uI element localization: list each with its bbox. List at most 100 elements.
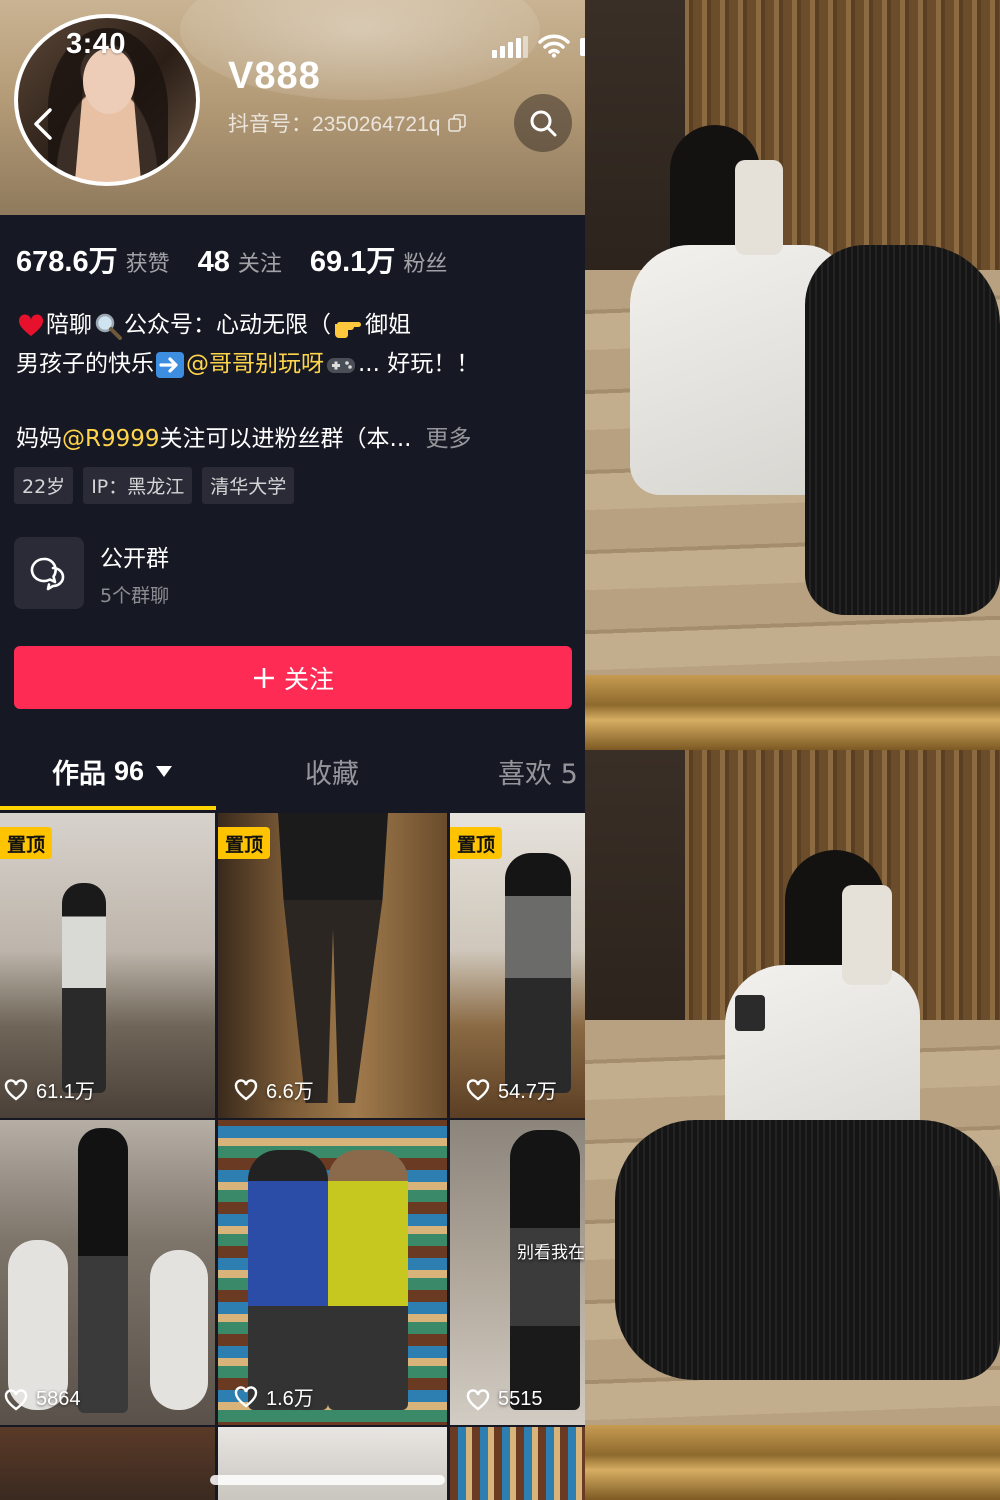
video-thumbnail[interactable] [0,1427,215,1500]
stat-followers[interactable]: 69.1万 粉丝 [310,238,447,280]
video-likes-count: 61.1万 [36,1081,95,1103]
video-thumbnail[interactable]: 别看我在 5515 [450,1120,585,1425]
video-thumbnail[interactable]: 置顶 54.7万 [450,813,585,1118]
tag-ip-location: IP：黑龙江 [83,467,193,504]
bio-mention[interactable]: @哥哥别玩呀 [186,345,324,384]
pinned-badge: 置顶 [218,827,271,859]
tag-age: 22岁 [14,467,74,504]
stat-value: 48 [197,246,230,278]
bio-line: 妈妈 @R9999 关注可以进粉丝群（本... 更多 [16,420,576,459]
video-likes-count: 5515 [498,1388,543,1410]
bio-text: 男孩子的快乐 [16,351,154,377]
thumb-figure [505,853,571,1093]
video-thumbnail[interactable]: 5864 [0,1120,215,1425]
signal-icon [492,36,528,58]
public-group-entry[interactable]: 公开群 5个群聊 [14,537,169,609]
group-chat-icon-box [14,537,84,609]
stat-following[interactable]: 48 关注 [198,246,282,279]
pointing-hand-emoji-icon [335,321,361,338]
heart-outline-icon [466,1388,490,1411]
video-thumbnail[interactable]: 置顶 61.1万 [0,813,215,1118]
pinned-badge: 置顶 [0,827,53,859]
back-button[interactable] [20,96,66,152]
photo-locker [585,750,685,1035]
thumb-figure [62,883,106,1093]
magnifier-emoji-icon [95,313,122,340]
profile-tags: 22岁 IP：黑龙江 清华大学 [14,467,295,504]
profile-tabs: 作品 96 收藏 喜欢 5 [0,752,585,810]
video-thumbnail[interactable] [218,1427,447,1500]
video-thumbnail[interactable]: 置顶 6.6万 [218,813,447,1118]
video-likes: 61.1万 [4,1075,95,1104]
thumb-toy-figure [8,1240,68,1410]
active-tab-indicator [0,806,216,810]
video-thumbnail[interactable]: 1.6万 [218,1120,447,1425]
home-indicator[interactable] [210,1475,445,1485]
douyin-id[interactable]: 抖音号：2350264721q [228,108,467,138]
video-likes-count: 5864 [36,1388,81,1410]
stat-value: 678.6万 [16,246,118,278]
heart-outline-icon [4,1078,28,1101]
video-likes-count: 6.6万 [266,1081,314,1103]
status-time: 3:40 [66,28,127,60]
bio-text: 关注可以进粉丝群（本... [159,426,412,452]
bio-text: 妈妈 [16,426,62,452]
thumb-figure [510,1130,580,1410]
right-arrow-emoji-icon [156,351,184,378]
username: V888 [228,55,321,97]
caret-down-icon[interactable] [156,765,173,778]
video-likes: 54.7万 [466,1075,557,1104]
tab-label: 作品 [52,759,106,790]
thumb-figure [248,1150,328,1410]
photo-phone [842,885,892,985]
thumb-figure [278,813,388,1103]
copy-icon[interactable] [448,114,467,132]
video-thumbnail[interactable] [450,1427,585,1500]
bio-line: 陪聊 公众号：心动无限（ 御姐 [16,306,576,345]
thumb-figure [78,1128,128,1413]
follow-button-label: 关注 [283,664,334,694]
thumb-toy-figure [150,1250,208,1410]
video-overlay-text: 别看我在 [517,1243,585,1263]
search-button[interactable] [514,94,572,152]
wifi-icon [538,34,570,58]
video-likes-count: 1.6万 [266,1388,314,1410]
photo-mirror-frame [585,1425,1000,1500]
stat-label: 粉丝 [403,252,448,277]
tag-school[interactable]: 清华大学 [202,467,295,504]
video-likes: 6.6万 [234,1075,314,1104]
photo-phone [735,160,783,255]
tab-count: 96 [114,756,145,786]
plus-icon [253,667,274,688]
video-likes-count: 54.7万 [498,1081,557,1103]
douyin-id-text: 抖音号：2350264721q [228,113,441,136]
bio-more-link[interactable]: 更多 [425,420,471,459]
stat-value: 69.1万 [309,246,396,278]
profile-screen: 3:40 V888 抖音号：2350264721q 678.6万 获赞 48 关… [0,0,585,1500]
stat-label: 关注 [237,252,282,277]
group-subtitle: 5个群聊 [100,584,170,607]
stat-likes[interactable]: 678.6万 获赞 [16,238,170,280]
group-chat-icon [30,557,65,591]
follow-button[interactable]: 关注 [14,646,572,709]
photo-mirror-selfie-top [585,0,1000,750]
bio-mention[interactable]: @R9999 [62,420,160,459]
heart-outline-icon [466,1078,490,1101]
thumb-figure [328,1150,408,1410]
photo-figure-legs [805,245,1000,615]
profile-stats: 678.6万 获赞 48 关注 69.1万 粉丝 [16,238,447,280]
tab-favorites[interactable]: 收藏 [305,752,359,791]
group-title: 公开群 [100,545,169,572]
photo-sleeve-badge [735,995,765,1031]
video-likes: 1.6万 [234,1382,314,1411]
heart-outline-icon [4,1388,28,1411]
video-likes: 5864 [4,1388,81,1411]
stat-label: 获赞 [125,252,170,277]
game-controller-emoji-icon [327,357,355,373]
bio-text: 陪聊 [46,312,92,338]
heart-outline-icon [234,1078,258,1101]
tab-likes[interactable]: 喜欢 5 [498,752,578,791]
chevron-left-icon [34,108,52,140]
pinned-badge: 置顶 [450,827,503,859]
tab-works[interactable]: 作品 96 [52,752,173,791]
